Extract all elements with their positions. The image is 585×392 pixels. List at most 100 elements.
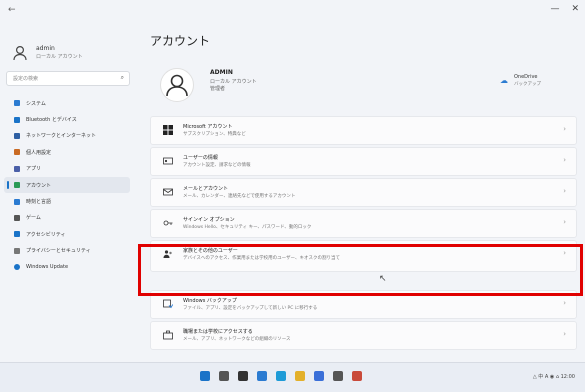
sidebar-item-bluetooth[interactable]: Bluetooth とデバイス bbox=[4, 111, 130, 127]
app-icon[interactable] bbox=[352, 371, 362, 381]
gamepad-icon bbox=[14, 214, 20, 221]
highlight-box bbox=[138, 244, 583, 296]
sidebar-item-system[interactable]: システム bbox=[4, 95, 130, 111]
sidebar-item-time-language[interactable]: 時刻と言語 bbox=[4, 193, 130, 209]
windows-logo-icon bbox=[163, 125, 173, 135]
sidebar-item-label: 個人用設定 bbox=[26, 149, 52, 156]
sidebar-item-personalization[interactable]: 個人用設定 bbox=[4, 144, 130, 160]
row-title: サインイン オプション bbox=[183, 217, 235, 223]
account-avatar-icon bbox=[160, 68, 194, 102]
sidebar-item-label: アクセシビリティ bbox=[26, 231, 66, 238]
apps-icon bbox=[14, 165, 20, 172]
onedrive-title: OneDrive bbox=[514, 74, 538, 80]
setting-row-microsoft-account[interactable]: Microsoft アカウント サブスクリプション、特典など › bbox=[150, 116, 577, 145]
sidebar-item-windows-update[interactable]: Windows Update bbox=[4, 259, 130, 275]
window-controls: — ✕ bbox=[550, 4, 579, 14]
system-tray[interactable]: △ 中 A ◉ ⌂ 12:00 bbox=[533, 373, 575, 380]
settings-app-icon[interactable] bbox=[333, 371, 343, 381]
sidebar-item-privacy[interactable]: プライバシーとセキュリティ bbox=[4, 243, 130, 259]
settings-window: ← — ✕ admin ローカル アカウント 設定の検索 ⌕ システム Blue… bbox=[0, 0, 585, 362]
accounts-icon bbox=[14, 182, 20, 189]
row-description: ファイル、アプリ、設定をバックアップして新しい PC に移行する bbox=[183, 306, 318, 311]
system-icon bbox=[14, 100, 20, 107]
key-icon bbox=[163, 220, 173, 226]
chevron-right-icon: › bbox=[563, 218, 566, 226]
row-title: Microsoft アカウント bbox=[183, 124, 233, 130]
onedrive-status[interactable]: ☁ OneDrive バックアップ bbox=[500, 72, 560, 92]
sidebar-item-label: Bluetooth とデバイス bbox=[26, 117, 77, 124]
chevron-right-icon: › bbox=[563, 156, 566, 164]
search-placeholder: 設定の検索 bbox=[13, 76, 39, 82]
network-icon bbox=[14, 132, 20, 139]
accessibility-icon bbox=[14, 231, 20, 238]
widgets-icon[interactable] bbox=[257, 371, 267, 381]
mouse-cursor-icon: ↖ bbox=[379, 274, 387, 284]
row-title: ユーザーの情報 bbox=[183, 155, 218, 161]
main-content: アカウント ADMIN ローカル アカウント 管理者 ☁ OneDrive バッ… bbox=[140, 24, 585, 362]
bluetooth-icon bbox=[14, 116, 20, 123]
row-description: メール、カレンダー、連絡先などで使用するアカウント bbox=[183, 194, 296, 199]
clock-icon bbox=[14, 198, 20, 205]
user-account-type: ローカル アカウント bbox=[36, 54, 83, 60]
minimize-button[interactable]: — bbox=[550, 4, 559, 14]
user-profile[interactable]: admin ローカル アカウント bbox=[8, 39, 128, 69]
brush-icon bbox=[14, 149, 20, 156]
row-description: サブスクリプション、特典など bbox=[183, 132, 246, 137]
sidebar-item-label: アカウント bbox=[26, 182, 52, 189]
taskbar-apps bbox=[200, 371, 362, 381]
sidebar-item-label: アプリ bbox=[26, 166, 42, 173]
update-icon bbox=[14, 264, 20, 271]
onedrive-subtitle: バックアップ bbox=[514, 82, 541, 87]
chevron-right-icon: › bbox=[563, 330, 566, 338]
sidebar-item-network[interactable]: ネットワークとインターネット bbox=[4, 128, 130, 144]
setting-row-email-accounts[interactable]: メールとアカウント メール、カレンダー、連絡先などで使用するアカウント › bbox=[150, 178, 577, 207]
account-summary: ADMIN ローカル アカウント 管理者 ☁ OneDrive バックアップ bbox=[150, 64, 570, 104]
search-icon[interactable] bbox=[219, 371, 229, 381]
title-bar: ← — ✕ bbox=[0, 0, 585, 24]
sidebar-item-label: プライバシーとセキュリティ bbox=[26, 248, 91, 255]
row-description: アカウント設定、請求などの情報 bbox=[183, 163, 251, 168]
sidebar: admin ローカル アカウント 設定の検索 ⌕ システム Bluetooth … bbox=[0, 24, 130, 362]
search-input[interactable]: 設定の検索 ⌕ bbox=[6, 71, 130, 86]
setting-row-your-info[interactable]: ユーザーの情報 アカウント設定、請求などの情報 › bbox=[150, 147, 577, 176]
sidebar-item-label: システム bbox=[26, 100, 46, 107]
backup-icon bbox=[163, 299, 173, 309]
file-explorer-icon[interactable] bbox=[295, 371, 305, 381]
store-icon[interactable] bbox=[314, 371, 324, 381]
page-title: アカウント bbox=[150, 34, 211, 48]
sidebar-item-label: ネットワークとインターネット bbox=[26, 133, 97, 140]
row-title: メールとアカウント bbox=[183, 186, 229, 192]
briefcase-icon bbox=[163, 330, 173, 340]
setting-row-sign-in-options[interactable]: サインイン オプション Windows Hello、セキュリティ キー、パスワー… bbox=[150, 209, 577, 238]
row-title: Windows バックアップ bbox=[183, 298, 237, 304]
row-title: 職場または学校にアクセスする bbox=[183, 329, 253, 335]
close-button[interactable]: ✕ bbox=[571, 4, 579, 14]
taskbar: △ 中 A ◉ ⌂ 12:00 bbox=[0, 362, 585, 392]
search-icon: ⌕ bbox=[120, 74, 124, 81]
setting-row-access-work-school[interactable]: 職場または学校にアクセスする メール、アプリ、ネットワークなどの組織のリソース … bbox=[150, 321, 577, 350]
chevron-right-icon: › bbox=[563, 299, 566, 307]
sidebar-item-label: Windows Update bbox=[26, 264, 69, 271]
sidebar-item-accounts[interactable]: アカウント bbox=[4, 176, 130, 194]
tray-text: △ 中 A ◉ ⌂ 12:00 bbox=[532, 374, 575, 380]
mail-icon bbox=[163, 188, 173, 196]
row-description: メール、アプリ、ネットワークなどの組織のリソース bbox=[183, 337, 291, 342]
start-icon[interactable] bbox=[200, 371, 210, 381]
task-view-icon[interactable] bbox=[238, 371, 248, 381]
row-description: Windows Hello、セキュリティ キー、パスワード、動的ロック bbox=[183, 225, 312, 230]
sidebar-item-label: 時刻と言語 bbox=[26, 199, 52, 206]
back-button[interactable]: ← bbox=[8, 5, 16, 15]
user-avatar-icon bbox=[13, 45, 27, 61]
chevron-right-icon: › bbox=[563, 125, 566, 133]
cloud-icon: ☁ bbox=[500, 76, 508, 85]
account-name: ADMIN bbox=[210, 69, 233, 76]
edge-icon[interactable] bbox=[276, 371, 286, 381]
sidebar-item-gaming[interactable]: ゲーム bbox=[4, 210, 130, 226]
chevron-right-icon: › bbox=[563, 187, 566, 195]
sidebar-item-accessibility[interactable]: アクセシビリティ bbox=[4, 226, 130, 242]
shield-icon bbox=[14, 247, 20, 254]
sidebar-item-apps[interactable]: アプリ bbox=[4, 161, 130, 177]
account-type: ローカル アカウント bbox=[210, 79, 257, 85]
sidebar-nav: システム Bluetooth とデバイス ネットワークとインターネット 個人用設… bbox=[4, 95, 130, 275]
id-card-icon bbox=[163, 157, 173, 165]
